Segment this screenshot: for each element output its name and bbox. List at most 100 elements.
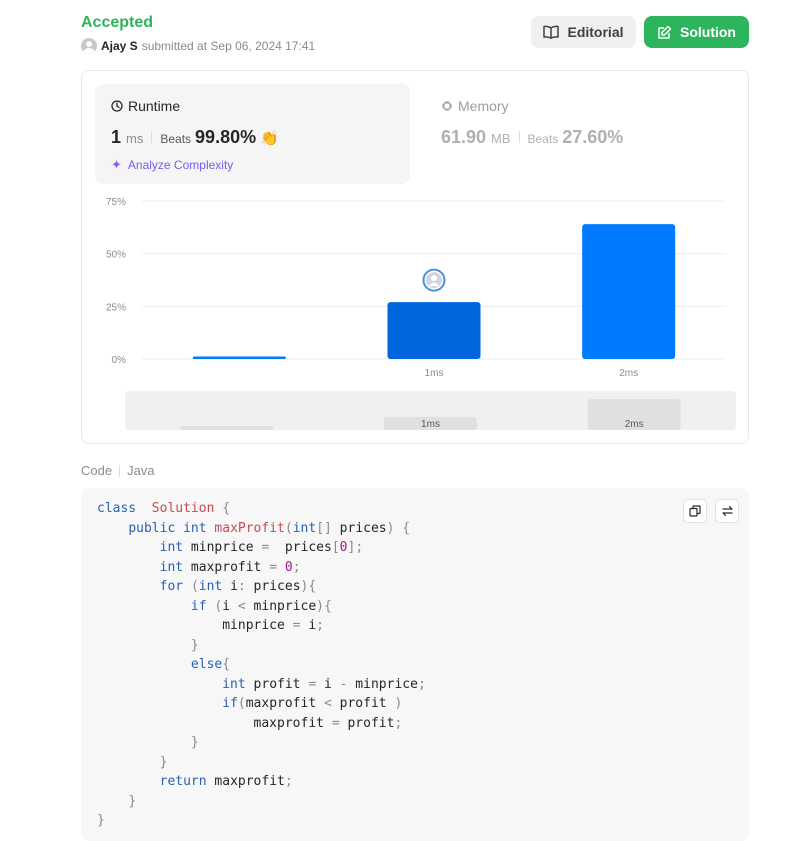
swap-arrows-icon	[721, 505, 733, 517]
code-token: [	[331, 540, 340, 555]
code-token: ;	[394, 715, 403, 731]
code-token: ){	[316, 598, 332, 614]
code-line: class Solution {	[97, 499, 426, 519]
code-token: =	[292, 618, 301, 633]
code-label: Code	[81, 463, 113, 478]
code-token: minprice	[97, 618, 293, 633]
code-line: }	[97, 733, 426, 753]
submitted-time: submitted at Sep 06, 2024 17:41	[141, 39, 316, 53]
y-tick-label: 50%	[106, 250, 126, 261]
copy-button[interactable]	[683, 499, 707, 523]
solution-button[interactable]: Solution	[644, 16, 749, 48]
code-token: }	[190, 637, 199, 653]
runtime-panel[interactable]: Runtime 1 ms Beats 99.80% 👏 ✦ Analyze Co…	[95, 84, 410, 184]
book-icon	[543, 25, 560, 39]
code-token: ;	[417, 676, 426, 692]
memory-header: Memory	[441, 98, 509, 114]
code-token: }	[159, 754, 168, 770]
code-content[interactable]: class Solution { public int maxProfit(in…	[97, 499, 426, 831]
code-token: =	[269, 559, 278, 575]
code-token: Solution	[151, 501, 215, 516]
code-token: maxProfit	[214, 520, 285, 536]
clock-icon	[111, 100, 123, 112]
memory-values: 61.90 MB Beats 27.60%	[441, 127, 623, 148]
code-token: )	[394, 696, 403, 711]
runtime-distribution-chart[interactable]: 0% 25% 50% 75% 1ms 2ms 1ms 2ms	[82, 191, 750, 441]
x-tick-label: 2ms	[619, 368, 638, 379]
code-token: {	[222, 657, 231, 672]
code-line: int profit = i - minprice;	[97, 675, 426, 695]
chart-bar	[387, 302, 481, 359]
memory-beats-value: 27.60%	[562, 127, 624, 147]
y-tick-label: 75%	[106, 197, 126, 208]
memory-panel[interactable]: Memory 61.90 MB Beats 27.60%	[425, 84, 725, 184]
code-token: }	[128, 793, 137, 809]
code-token: i	[222, 579, 238, 594]
code-block[interactable]: class Solution { public int maxProfit(in…	[81, 488, 749, 841]
navigator-tick-label: 1ms	[421, 419, 440, 430]
runtime-unit: ms	[126, 131, 144, 146]
code-line: }	[97, 636, 426, 656]
divider	[151, 131, 153, 143]
code-token: (	[284, 520, 293, 536]
code-token: class	[97, 501, 137, 516]
code-token: 0	[339, 540, 348, 555]
code-line: else{	[97, 655, 426, 675]
analyze-complexity-link[interactable]: ✦ Analyze Complexity	[111, 157, 233, 173]
code-token: {	[214, 501, 231, 516]
code-token: minprice	[347, 676, 418, 692]
editorial-button[interactable]: Editorial	[531, 16, 636, 48]
code-line: minprice = i;	[97, 616, 426, 636]
code-token: :	[237, 579, 246, 594]
memory-label: Memory	[458, 98, 509, 114]
copy-icon	[689, 505, 701, 517]
stats-card: Runtime 1 ms Beats 99.80% 👏 ✦ Analyze Co…	[81, 70, 749, 444]
language-label: Java	[127, 463, 155, 478]
code-token: maxprofit	[183, 559, 270, 575]
code-token: }	[190, 735, 199, 750]
code-line: maxprofit = profit;	[97, 714, 426, 734]
username[interactable]: Ajay S	[101, 39, 138, 53]
code-line: }	[97, 792, 426, 812]
avatar[interactable]	[81, 38, 97, 54]
code-token: []	[316, 520, 332, 536]
divider	[119, 464, 121, 477]
code-token: i	[222, 598, 238, 614]
wrap-toggle-button[interactable]	[715, 499, 739, 523]
code-token: {	[394, 520, 411, 536]
runtime-header: Runtime	[111, 98, 180, 114]
code-token: int	[198, 579, 223, 594]
navigator-bar	[180, 426, 274, 430]
runtime-beats-label: Beats	[160, 132, 192, 146]
editorial-label: Editorial	[567, 24, 624, 40]
code-token: ;	[284, 774, 293, 789]
submission-header: Accepted Ajay S submitted at Sep 06, 202…	[81, 12, 749, 56]
code-token: int	[159, 540, 184, 555]
code-token: maxprofit	[245, 696, 324, 711]
code-token: maxprofit	[97, 715, 332, 731]
code-token: ;	[316, 618, 324, 633]
x-tick-label: 1ms	[425, 368, 444, 379]
code-token: ){	[300, 579, 317, 594]
code-line: if(maxprofit < profit )	[97, 694, 426, 714]
y-tick-label: 0%	[112, 355, 127, 366]
code-token: i	[316, 676, 340, 692]
memory-beats-label: Beats	[527, 132, 559, 146]
code-token: prices	[269, 540, 332, 555]
code-line: for (int i: prices){	[97, 577, 426, 597]
code-header: Code Java	[81, 463, 155, 478]
code-token: maxprofit	[206, 774, 285, 789]
edit-icon	[658, 25, 672, 39]
